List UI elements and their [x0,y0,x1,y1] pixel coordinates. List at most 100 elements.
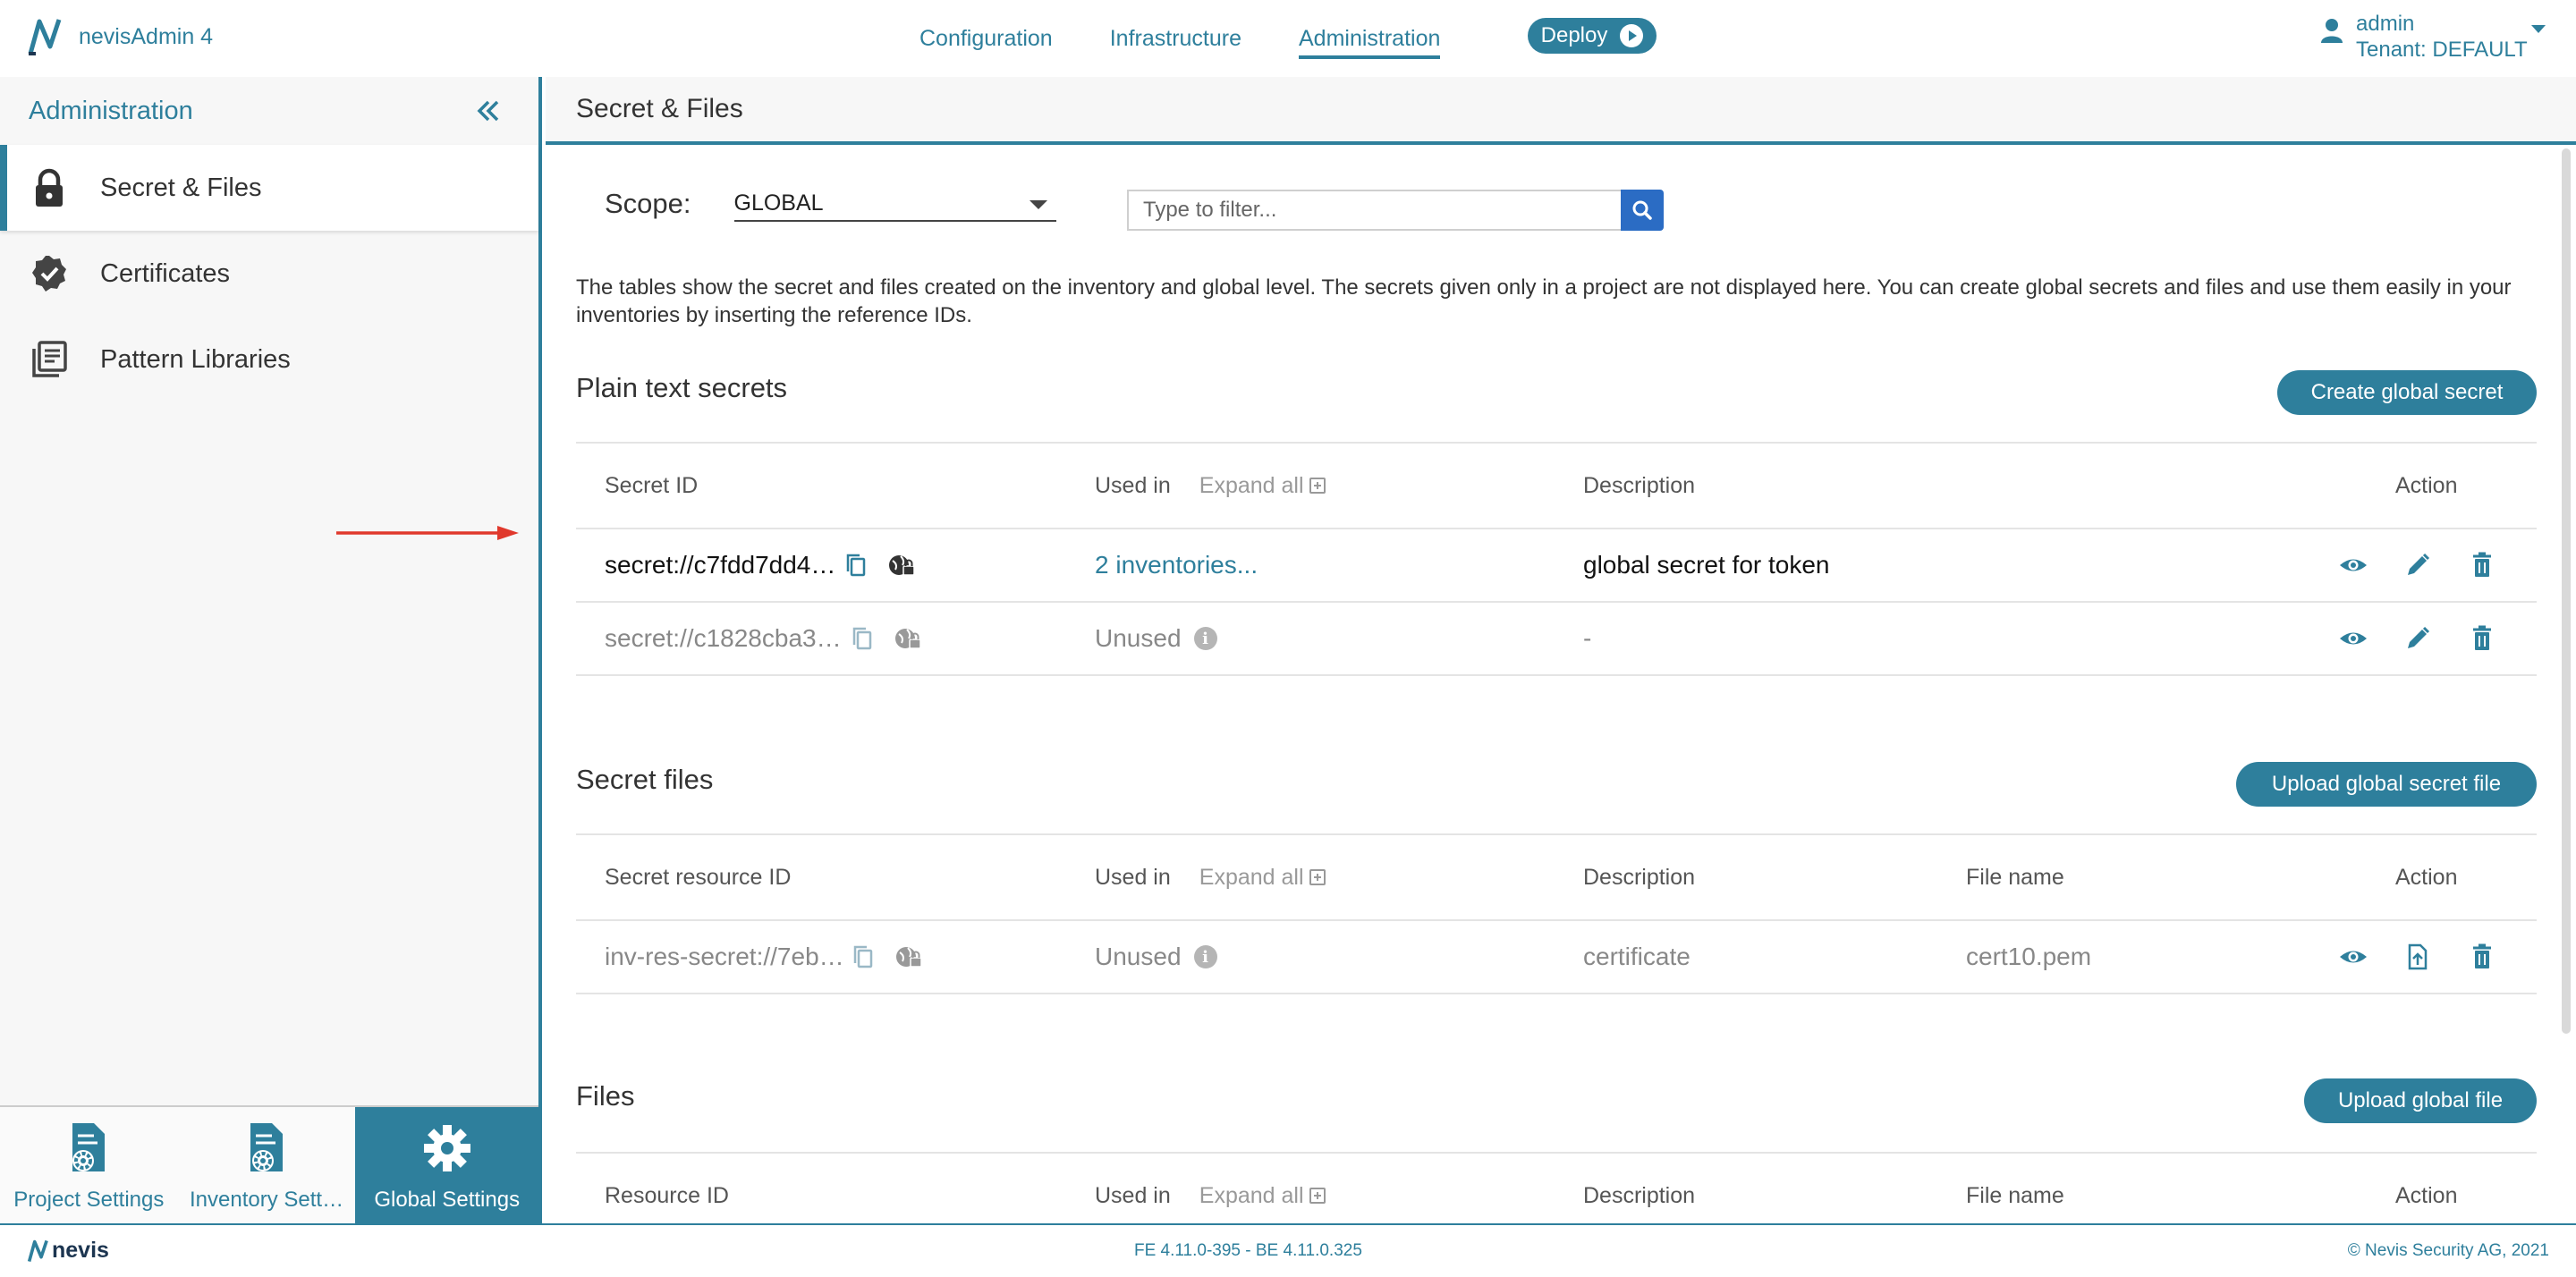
col-resource-id: Resource ID [605,1182,729,1208]
tab-inventory-settings[interactable]: Inventory Sett… [178,1107,356,1223]
annotation-arrow-icon [336,526,519,540]
inventory-settings-icon [250,1123,284,1171]
eye-icon[interactable] [2338,942,2368,972]
col-description: Description [1583,864,1696,890]
create-global-secret-button[interactable]: Create global secret [2277,370,2537,415]
pencil-icon[interactable] [2402,550,2433,580]
gear-icon [423,1125,470,1171]
info-text: The tables show the secret and files cre… [576,275,2512,327]
footer: nevis FE 4.11.0-395 - BE 4.11.0.325 © Ne… [0,1223,2576,1277]
expand-all-button[interactable]: Expand all [1199,865,1326,891]
upload-global-file-button[interactable]: Upload global file [2304,1078,2537,1123]
tab-global-settings[interactable]: Global Settings [355,1107,539,1223]
double-chevron-left-icon[interactable] [474,97,503,125]
section-title-secret-files: Secret files [576,764,714,795]
global-lock-icon [895,947,922,968]
eye-icon[interactable] [2338,623,2368,654]
used-in-link[interactable]: 2 inventories... [1095,529,1258,601]
sidebar-item-pattern-libraries[interactable]: Pattern Libraries [0,317,538,402]
copy-icon[interactable] [841,550,871,580]
eye-icon[interactable] [2338,550,2368,580]
files-table: Resource ID Used in Expand all Descripti… [576,1152,2537,1223]
global-lock-icon [889,555,916,576]
used-in-status: Unused [1095,624,1182,652]
page-title: Secret & Files [576,94,743,123]
trash-icon[interactable] [2467,623,2497,654]
expand-all-button[interactable]: Expand all [1199,473,1326,499]
user-name: admin [2356,12,2415,36]
col-used-in: Used in [1095,1182,1171,1208]
col-description: Description [1583,1182,1696,1208]
plus-box-icon [1309,1188,1326,1204]
top-bar: nevisAdmin 4 Configuration Infrastructur… [0,0,2576,77]
sidebar-title: Administration [29,96,193,125]
nevis-logo-icon [28,19,62,55]
user-icon [2321,19,2343,43]
expand-all-label: Expand all [1199,472,1304,498]
chevron-down-icon [2531,25,2546,33]
user-menu[interactable]: admin Tenant: DEFAULT [2320,11,2546,63]
filter-input[interactable] [1127,190,1621,231]
copy-icon[interactable] [848,942,878,972]
trash-icon[interactable] [2467,550,2497,580]
tab-label: Project Settings [13,1188,165,1212]
trash-icon[interactable] [2467,942,2497,972]
sidebar-item-label: Pattern Libraries [100,344,291,374]
table-row: secret://c1828cba3… Unused i - [576,603,2537,676]
info-icon[interactable]: i [1193,945,1217,968]
footer-logo: nevis [27,1238,109,1264]
nav-configuration[interactable]: Configuration [919,0,1053,77]
sidebar-item-label: Secret & Files [100,173,262,202]
used-in-status: Unused [1095,943,1182,970]
sidebar-item-certificates[interactable]: Certificates [0,231,538,317]
nav-infrastructure[interactable]: Infrastructure [1110,0,1241,77]
project-settings-icon [72,1123,106,1171]
vertical-scrollbar[interactable] [2562,148,2571,1034]
description: certificate [1583,943,1690,970]
deploy-button[interactable]: Deploy [1528,18,1657,54]
search-button[interactable] [1621,190,1664,231]
col-file-name: File name [1966,1182,2064,1208]
table-row: inv-res-secret://7eb… Unused i certifica… [576,921,2537,994]
certificate-badge-icon [32,256,66,292]
plus-box-icon [1309,478,1326,494]
section-title-plain-secrets: Plain text secrets [576,372,788,403]
main-nav: Configuration Infrastructure Administrat… [919,0,1497,77]
file-upload-icon[interactable] [2402,942,2433,972]
scope-value: GLOBAL [733,190,824,216]
tenant-label: Tenant: DEFAULT [2356,38,2528,62]
expand-all-label: Expand all [1199,864,1304,890]
sidebar-item-label: Certificates [100,258,231,288]
col-description: Description [1583,472,1696,498]
lock-icon [36,168,63,207]
table-row: secret://c7fdd7dd4… 2 inventories... glo… [576,529,2537,603]
nevis-logo-icon [27,1239,48,1262]
version-info: FE 4.11.0-395 - BE 4.11.0.325 [1134,1241,1362,1260]
play-icon [1620,24,1644,47]
secret-resource-id: inv-res-secret://7eb… [605,943,844,970]
description: global secret for token [1583,551,1830,579]
upload-global-secret-file-button[interactable]: Upload global secret file [2236,762,2537,807]
col-action: Action [2395,1182,2458,1208]
brand[interactable]: nevisAdmin 4 [27,16,213,57]
settings-tabs: Project Settings Inventory Sett… Global … [0,1105,539,1223]
info-icon[interactable]: i [1193,627,1217,650]
library-icon [32,341,67,377]
col-secret-id: Secret ID [605,472,699,498]
pencil-icon[interactable] [2402,623,2433,654]
sidebar: Administration Secret & Files Certificat… [0,77,542,1223]
plus-box-icon [1309,869,1326,885]
expand-all-button[interactable]: Expand all [1199,1183,1326,1209]
scope-select[interactable]: GLOBAL [733,186,1056,222]
col-secret-resource-id: Secret resource ID [605,864,792,890]
expand-all-label: Expand all [1199,1182,1304,1208]
sidebar-item-secret-files[interactable]: Secret & Files [0,145,538,231]
copyright: © Nevis Security AG, 2021 [2347,1241,2549,1260]
description: - [1583,624,1592,652]
col-action: Action [2395,864,2458,890]
caret-down-icon [1029,200,1047,209]
tab-project-settings[interactable]: Project Settings [0,1107,178,1223]
nav-administration[interactable]: Administration [1299,0,1441,77]
secret-id: secret://c7fdd7dd4… [605,551,836,579]
copy-icon[interactable] [847,623,877,654]
